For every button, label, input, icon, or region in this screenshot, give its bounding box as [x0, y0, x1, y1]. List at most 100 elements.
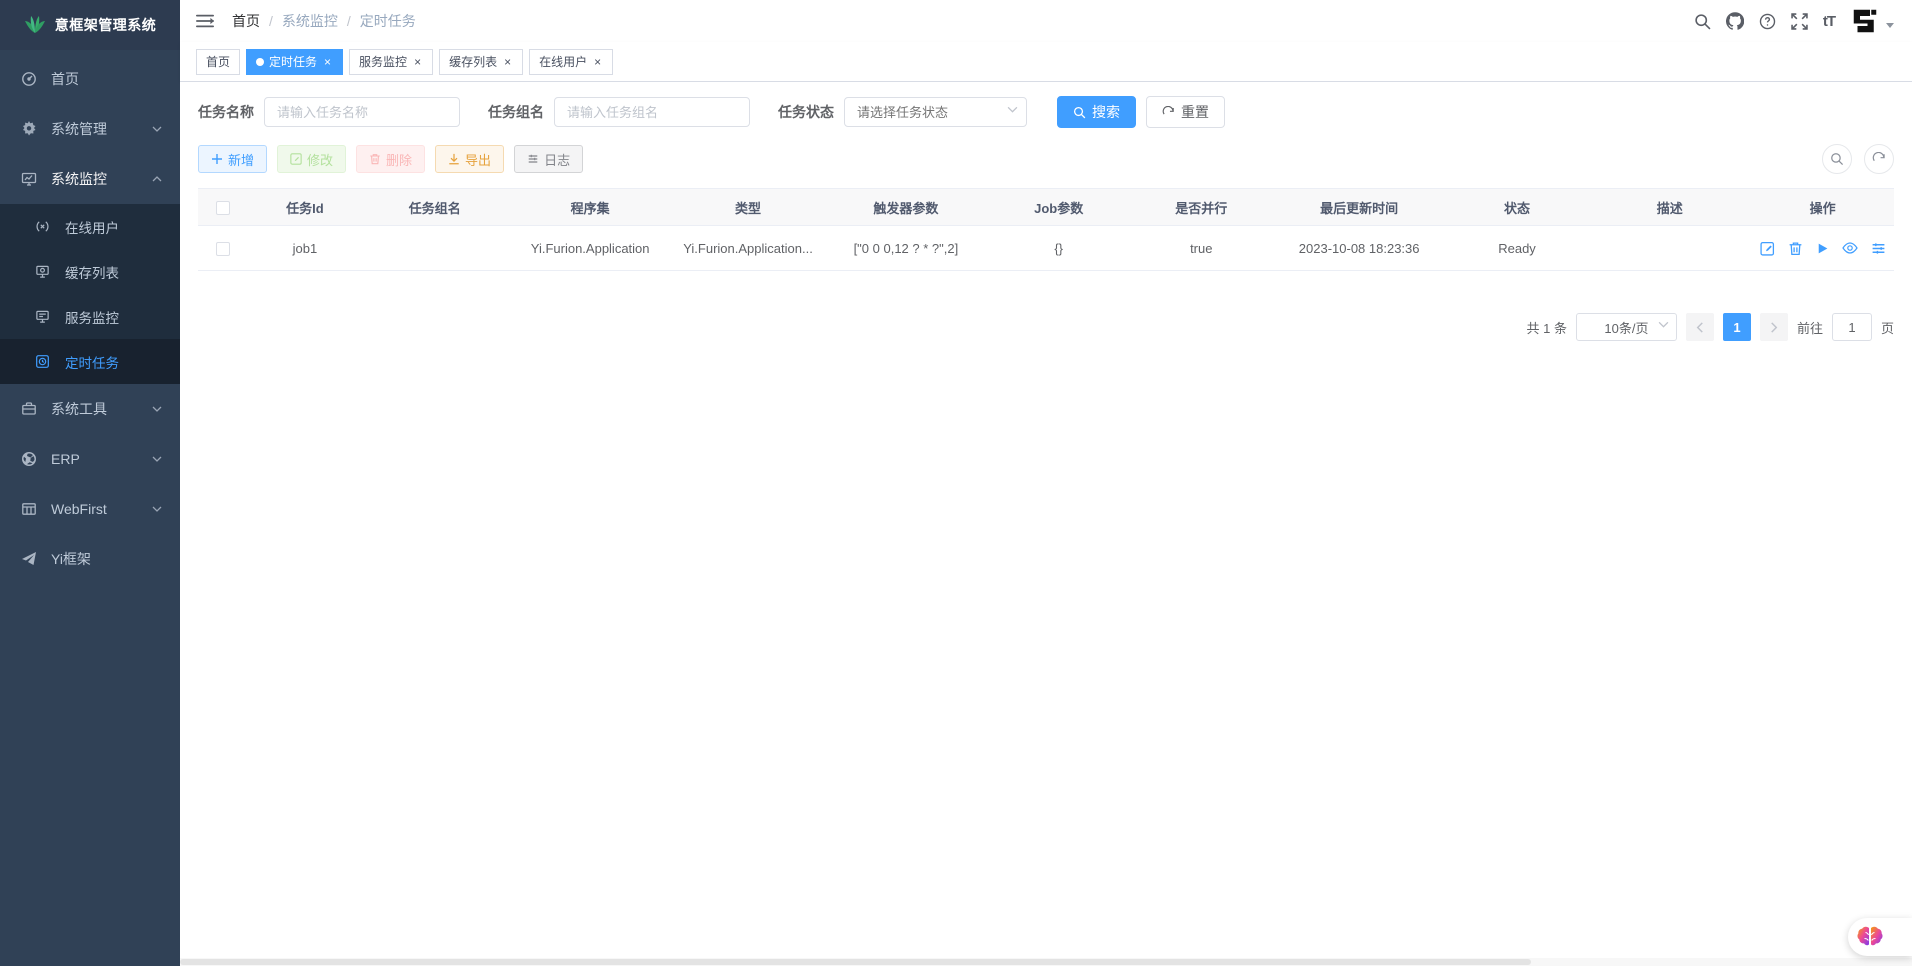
navbar-actions: tT	[1694, 6, 1894, 36]
app-title: 意框架管理系统	[55, 15, 157, 35]
select-all-checkbox[interactable]	[216, 201, 230, 215]
tab-service-monitor[interactable]: 服务监控 ×	[349, 49, 433, 75]
close-icon[interactable]: ×	[592, 55, 603, 69]
task-status-label: 任务状态	[778, 102, 834, 122]
github-icon[interactable]	[1726, 12, 1744, 30]
sidebar-item-erp[interactable]: ERP	[0, 434, 180, 484]
cell-concurrent: true	[1130, 226, 1273, 271]
reset-button[interactable]: 重置	[1146, 96, 1225, 128]
task-status-select[interactable]	[844, 97, 1027, 127]
breadcrumb-current: 定时任务	[360, 11, 416, 31]
delete-button[interactable]: 删除	[356, 145, 425, 173]
sidebar-item-label: 缓存列表	[65, 262, 119, 282]
sidebar-item-online-users[interactable]: 在线用户	[0, 204, 180, 249]
tab-scheduled-tasks[interactable]: 定时任务 ×	[246, 49, 343, 75]
row-log-icon[interactable]	[1871, 241, 1886, 256]
task-name-label: 任务名称	[198, 102, 254, 122]
edit-button[interactable]: 修改	[277, 145, 346, 173]
breadcrumb-home[interactable]: 首页	[232, 11, 260, 31]
avatar-logo-icon	[1850, 6, 1880, 36]
sidebar-item-system-monitor[interactable]: 系统监控	[0, 154, 180, 204]
goto-label: 前往	[1797, 318, 1823, 337]
breadcrumb: 首页 / 系统监控 / 定时任务	[232, 11, 416, 31]
horizontal-scrollbar[interactable]	[180, 958, 1912, 966]
sidebar-submenu-system-monitor: 在线用户 缓存列表 服务监控	[0, 204, 180, 384]
user-avatar[interactable]	[1850, 6, 1894, 36]
sidebar-item-system-tools[interactable]: 系统工具	[0, 384, 180, 434]
task-name-input[interactable]	[264, 97, 460, 127]
scrollbar-thumb[interactable]	[180, 959, 1531, 965]
sidebar-item-home[interactable]: 首页	[0, 54, 180, 104]
table-toolbar: 新增 修改 删除 导出 日志	[198, 144, 1894, 174]
chevron-down-icon	[152, 126, 162, 132]
prev-page-button[interactable]	[1686, 313, 1714, 341]
page-size-select[interactable]: 10条/页	[1576, 313, 1677, 341]
sidebar-item-yi-framework[interactable]: Yi框架	[0, 534, 180, 584]
row-run-icon[interactable]	[1816, 242, 1829, 255]
service-monitor-icon	[34, 308, 51, 325]
export-button[interactable]: 导出	[435, 145, 504, 173]
refresh-icon	[1162, 106, 1175, 119]
logo[interactable]: 意框架管理系统	[0, 0, 180, 50]
log-button[interactable]: 日志	[514, 145, 583, 173]
app-root: 意框架管理系统 首页 系统管理	[0, 0, 1912, 966]
chevron-down-icon	[152, 456, 162, 462]
extension-pill[interactable]	[1848, 918, 1912, 956]
table-row[interactable]: job1 Yi.Furion.Application Yi.Furion.App…	[198, 226, 1894, 271]
tab-label: 首页	[206, 53, 230, 70]
next-page-button[interactable]	[1760, 313, 1788, 341]
tab-home[interactable]: 首页	[196, 49, 240, 75]
sidebar-item-webfirst[interactable]: WebFirst	[0, 484, 180, 534]
pagination: 共 1 条 10条/页 1 前往 页	[198, 313, 1894, 341]
chevron-down-icon	[152, 406, 162, 412]
cell-assembly: Yi.Furion.Application	[509, 226, 672, 271]
table-header-row: 任务Id 任务组名 程序集 类型 触发器参数 Job参数 是否并行 最后更新时间…	[198, 189, 1894, 226]
dashboard-icon	[20, 71, 37, 88]
sidebar-item-scheduled-tasks[interactable]: 定时任务	[0, 339, 180, 384]
sidebar-item-label: 在线用户	[65, 217, 119, 237]
close-icon[interactable]: ×	[502, 55, 513, 69]
close-icon[interactable]: ×	[412, 55, 423, 69]
sidebar-item-service-monitor[interactable]: 服务监控	[0, 294, 180, 339]
task-group-input[interactable]	[554, 97, 750, 127]
pagination-total: 共 1 条	[1527, 318, 1567, 337]
table-search-toggle-icon[interactable]	[1822, 144, 1852, 174]
table-refresh-icon[interactable]	[1864, 144, 1894, 174]
menu-fold-icon[interactable]	[196, 13, 214, 29]
tab-online-users[interactable]: 在线用户 ×	[529, 49, 613, 75]
reset-button-label: 重置	[1181, 102, 1209, 122]
cell-trigger-args: ["0 0 0,12 ? * ?",2]	[824, 226, 987, 271]
close-icon[interactable]: ×	[322, 55, 333, 69]
plus-icon	[211, 153, 223, 165]
search-button[interactable]: 搜索	[1057, 96, 1136, 128]
cell-task-id: job1	[249, 226, 361, 271]
sidebar-item-label: 首页	[51, 69, 79, 89]
tab-cache-list[interactable]: 缓存列表 ×	[439, 49, 523, 75]
schedule-clock-icon	[34, 353, 51, 370]
font-size-icon[interactable]: tT	[1823, 13, 1835, 30]
page-unit-label: 页	[1881, 318, 1894, 337]
cell-status: Ready	[1446, 226, 1589, 271]
tab-label: 缓存列表	[449, 53, 497, 70]
row-checkbox[interactable]	[216, 242, 230, 256]
row-edit-icon[interactable]	[1760, 241, 1775, 256]
search-icon[interactable]	[1694, 13, 1711, 30]
sidebar-item-system-mgmt[interactable]: 系统管理	[0, 104, 180, 154]
online-users-icon	[34, 218, 51, 235]
goto-page-input[interactable]	[1832, 313, 1872, 341]
add-button[interactable]: 新增	[198, 145, 267, 173]
fullscreen-icon[interactable]	[1791, 13, 1808, 30]
sidebar-item-label: 系统工具	[51, 399, 107, 419]
col-description: 描述	[1588, 189, 1751, 226]
col-type: 类型	[672, 189, 825, 226]
download-icon	[448, 153, 460, 165]
edit-button-label: 修改	[307, 150, 333, 169]
page-number-1[interactable]: 1	[1723, 313, 1751, 341]
sidebar-item-cache-list[interactable]: 缓存列表	[0, 249, 180, 294]
row-view-icon[interactable]	[1842, 240, 1858, 256]
row-delete-icon[interactable]	[1788, 241, 1803, 256]
help-icon[interactable]	[1759, 13, 1776, 30]
globe-icon	[20, 451, 37, 468]
tab-label: 服务监控	[359, 53, 407, 70]
delete-button-label: 删除	[386, 150, 412, 169]
